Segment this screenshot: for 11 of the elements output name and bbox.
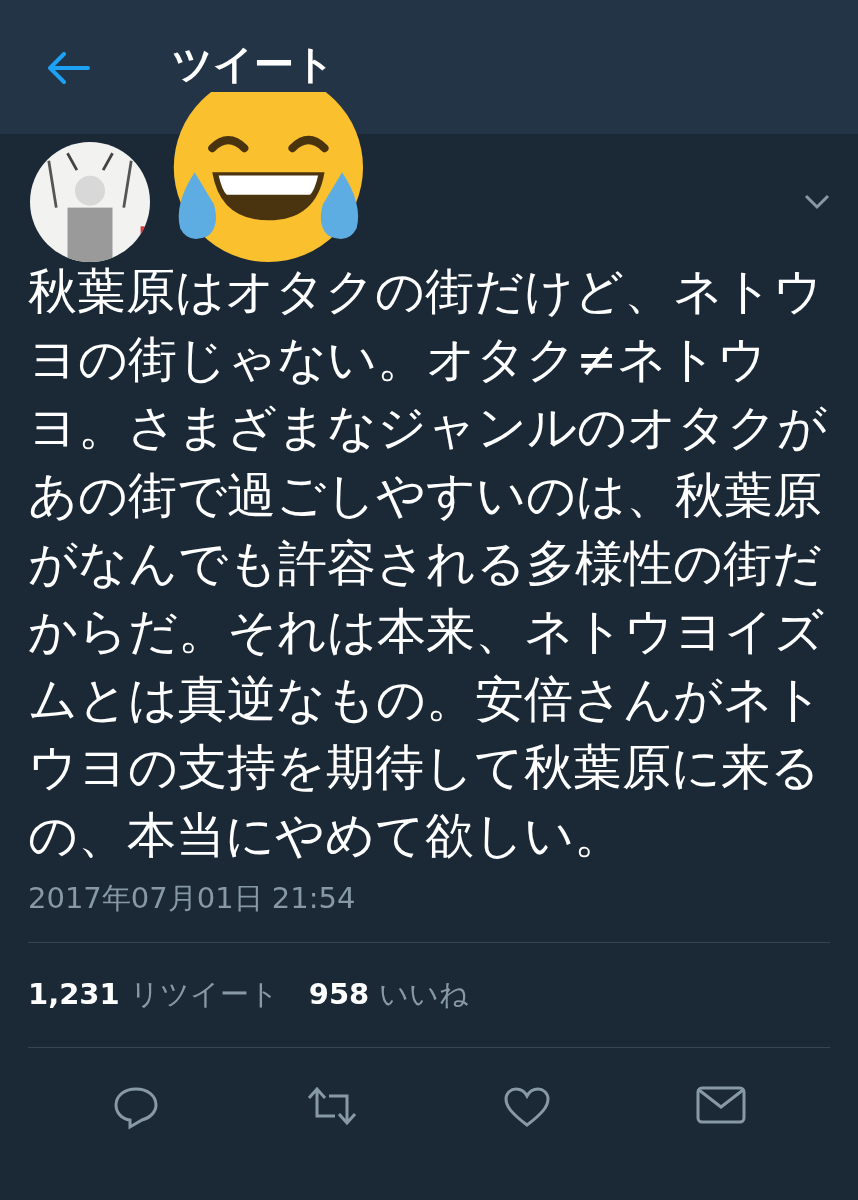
timestamp: 2017年07月01日 21:54 [28, 880, 357, 916]
heart-icon[interactable] [503, 1086, 552, 1128]
header-title: ツイート [172, 40, 335, 88]
back-icon[interactable] [46, 52, 90, 84]
mail-icon[interactable] [695, 1086, 746, 1124]
tweet-text: 秋葉原はオタクの街だけど、ネトウヨの街じゃない。オタク≠ネトウヨ。さまざまなジャンルのオタクがあの街で過ごしやすいのは、秋葉原がなんでも許容される多様性の街だからだ。それは本来、ネトウヨイズムとは真逆なもの。安倍さんがネトウヨの支持を期待して秋葉原に来るの、本当にやめて欲しい。 [28, 262, 828, 866]
stat-count: 958 [308, 976, 370, 1014]
stat-label: リツイート [129, 976, 279, 1014]
stat-count: 1,231 [28, 976, 120, 1014]
stat-label: いいね [379, 976, 470, 1014]
chevron-down-icon[interactable] [804, 194, 830, 210]
